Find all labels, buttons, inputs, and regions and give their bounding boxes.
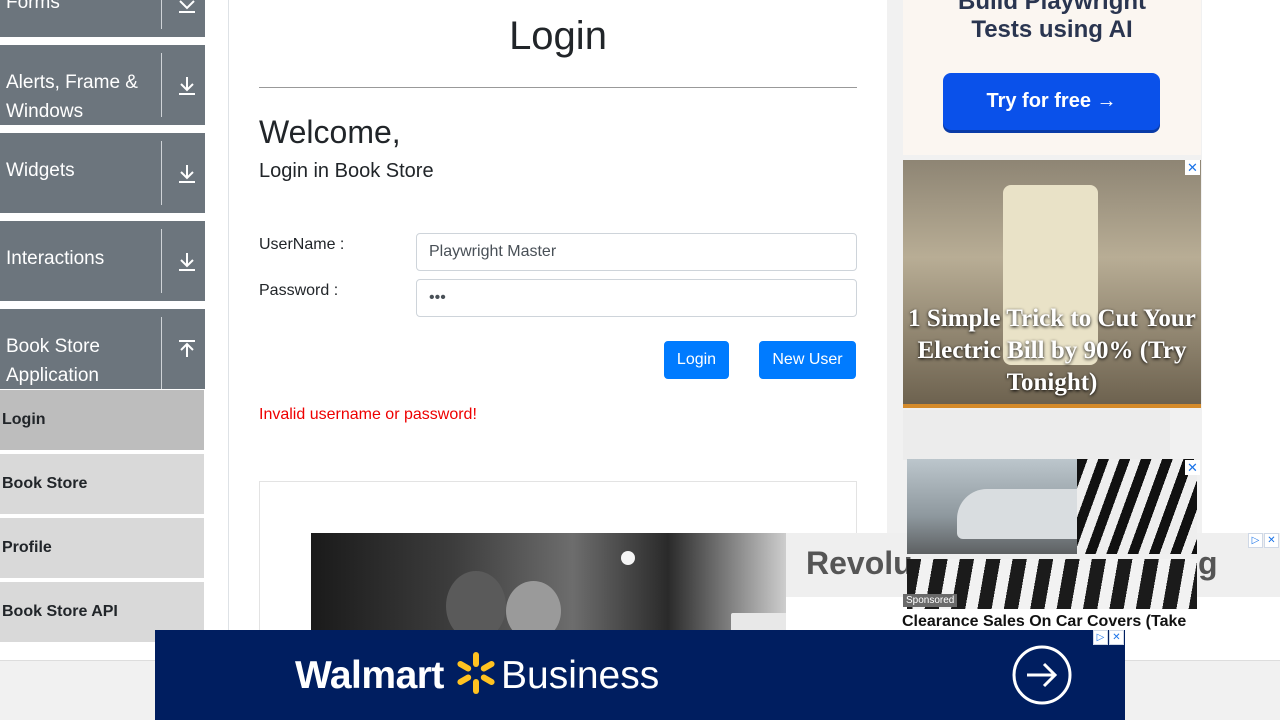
- login-subtitle: Login in Book Store: [259, 160, 434, 182]
- sidebar-group-label: Alerts, Frame &: [6, 72, 138, 93]
- car-ad-background: [903, 410, 1170, 460]
- password-input[interactable]: •••: [416, 279, 857, 317]
- car-cover-image[interactable]: [907, 459, 1197, 554]
- title-divider: [259, 87, 857, 88]
- username-input[interactable]: Playwright Master: [416, 233, 857, 271]
- sidebar-item-login[interactable]: Login: [0, 390, 204, 452]
- ad-choices-icon[interactable]: ▷: [1093, 630, 1108, 645]
- sidebar-group-label: Forms: [6, 0, 60, 13]
- sidebar-group-label: Widgets: [6, 160, 75, 181]
- walmart-business-text: Business: [501, 654, 660, 697]
- username-label: UserName :: [259, 236, 345, 253]
- arrow-right-circle-icon[interactable]: [1011, 644, 1073, 706]
- sidebar-item-book-store[interactable]: Book Store: [0, 454, 204, 516]
- car-ad-headline[interactable]: Clearance Sales On Car Covers (Take: [902, 613, 1186, 631]
- sidebar-group-label: Interactions: [6, 248, 105, 269]
- walmart-logo-text: Walmart: [295, 654, 444, 697]
- sidebar-divider: [228, 0, 229, 660]
- new-user-button[interactable]: New User: [759, 341, 856, 379]
- ad-photo[interactable]: [311, 533, 787, 633]
- ad-banner-text-tail: g: [1198, 545, 1218, 581]
- electric-bill-ad[interactable]: 1 Simple Trick to Cut Your Electric Bill…: [903, 160, 1201, 408]
- ad-choices-icon[interactable]: ▷: [1248, 533, 1263, 548]
- download-arrow-icon[interactable]: [176, 74, 198, 96]
- sidebar-group-interactions[interactable]: | Interactions: [0, 221, 205, 301]
- page: Forms | Alerts, Frame & Windows | Widget…: [0, 0, 1280, 720]
- sidebar-group-book-store-application[interactable]: | Book Store Application: [0, 309, 205, 389]
- sidebar-item-profile[interactable]: Profile: [0, 518, 204, 580]
- chevron-down-icon[interactable]: [176, 0, 198, 14]
- sidebar-item-label: Profile: [2, 539, 52, 556]
- close-icon[interactable]: ✕: [1185, 460, 1200, 475]
- sidebar-group-forms[interactable]: Forms: [0, 0, 205, 37]
- walmart-spark-icon: [457, 652, 495, 694]
- error-message: Invalid username or password!: [259, 406, 477, 423]
- page-title: Login: [509, 14, 607, 58]
- welcome-heading: Welcome,: [259, 114, 401, 150]
- playwright-ad[interactable]: Build Playwright Tests using AI Try for …: [903, 0, 1201, 155]
- ad-banner-text: Revolu: [806, 545, 913, 581]
- login-button[interactable]: Login: [664, 341, 729, 379]
- sidebar-item-label: Book Store API: [2, 603, 118, 620]
- close-icon[interactable]: ✕: [1185, 160, 1200, 175]
- sidebar-group-label: Book Store: [6, 336, 100, 357]
- download-arrow-icon[interactable]: [176, 162, 198, 184]
- try-for-free-button[interactable]: Try for free →: [943, 73, 1160, 130]
- close-icon[interactable]: ✕: [1109, 630, 1124, 645]
- download-arrow-icon[interactable]: [176, 250, 198, 272]
- sidebar: Forms | Alerts, Frame & Windows | Widget…: [0, 0, 205, 660]
- sidebar-item-label: Login: [2, 411, 46, 428]
- sidebar-group-label: Application: [6, 365, 99, 386]
- walmart-business-ad[interactable]: Walmart Business: [155, 630, 1125, 720]
- sidebar-group-label: Windows: [6, 101, 84, 122]
- sidebar-group-alerts[interactable]: | Alerts, Frame & Windows: [0, 45, 205, 125]
- sidebar-item-label: Book Store: [2, 475, 88, 492]
- close-icon[interactable]: ✕: [1264, 533, 1279, 548]
- upload-arrow-icon[interactable]: [176, 338, 198, 360]
- sidebar-group-widgets[interactable]: | Widgets: [0, 133, 205, 213]
- sponsored-badge: Sponsored: [903, 594, 958, 607]
- ad-headline: 1 Simple Trick to Cut Your Electric Bill…: [908, 305, 1196, 396]
- ad-tagline: Build Playwright Tests using AI: [957, 0, 1146, 43]
- password-label: Password :: [259, 282, 339, 299]
